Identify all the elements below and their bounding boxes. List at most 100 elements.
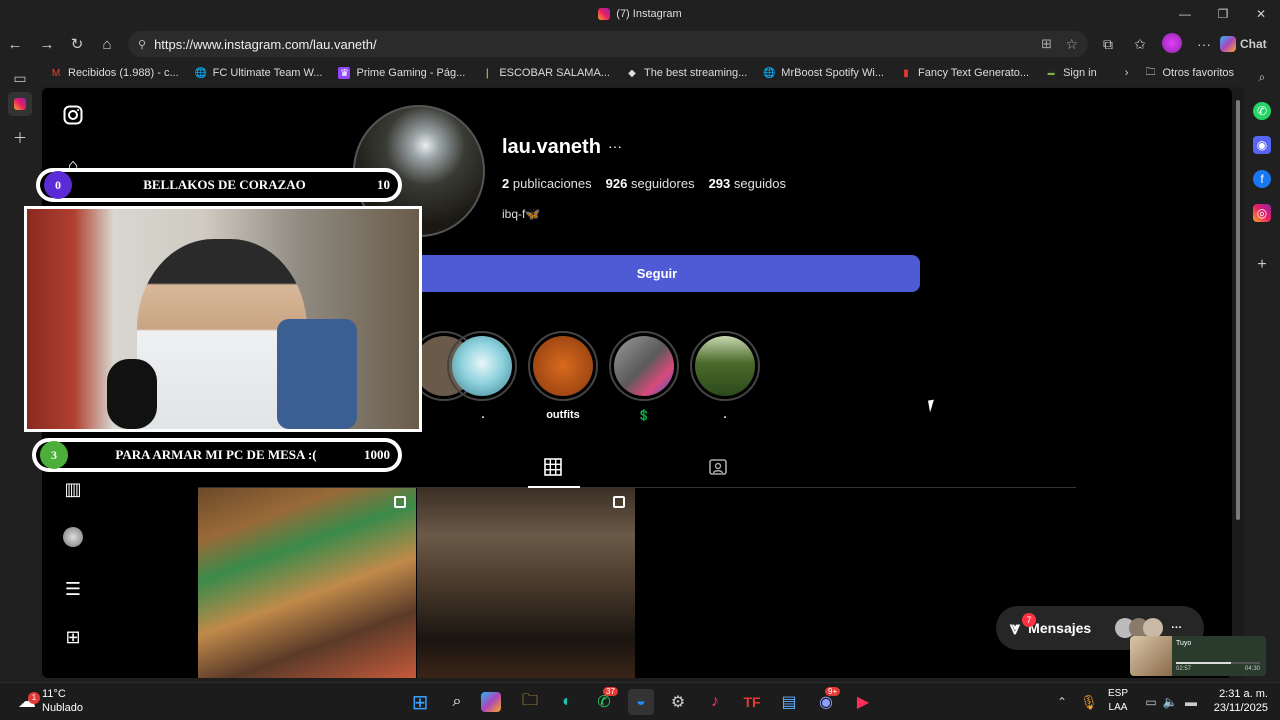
- bookmark-prime[interactable]: ♛ Prime Gaming - Pág...: [330, 67, 473, 79]
- highlight-label: .: [723, 409, 727, 421]
- microphone: [107, 359, 157, 429]
- lang-bottom: LAA: [1108, 702, 1128, 713]
- story-highlight[interactable]: [609, 331, 679, 401]
- menu-icon[interactable]: ☰: [62, 578, 84, 600]
- new-tab-icon[interactable]: ＋: [8, 126, 32, 150]
- discord-icon[interactable]: ◉: [1253, 136, 1271, 154]
- address-bar[interactable]: ⚲ https://www.instagram.com/lau.vaneth/ …: [128, 31, 1088, 57]
- whatsapp-icon[interactable]: ✆: [1253, 102, 1271, 120]
- post-thumbnail[interactable]: [198, 488, 416, 678]
- minimize-icon[interactable]: —: [1166, 0, 1204, 28]
- globe-icon: 🌐: [194, 67, 207, 79]
- favorites-icon[interactable]: ✩: [1124, 36, 1156, 53]
- progress-fill: [1176, 662, 1231, 664]
- story-highlight[interactable]: [690, 331, 760, 401]
- dashboard-icon[interactable]: ▥: [62, 478, 84, 500]
- search-icon[interactable]: ⌕: [1253, 68, 1271, 86]
- restore-icon[interactable]: ❐: [1204, 0, 1242, 28]
- tab-instagram[interactable]: [8, 92, 32, 116]
- follow-button[interactable]: Seguir: [394, 255, 920, 292]
- microphone-icon[interactable]: 🎙: [1076, 689, 1102, 715]
- story-highlight[interactable]: [447, 331, 517, 401]
- bookmark-label: Fancy Text Generato...: [918, 67, 1030, 79]
- avatar: [1143, 618, 1164, 638]
- following-stat[interactable]: 293 seguidos: [709, 176, 786, 191]
- followers-count: 926: [605, 176, 628, 191]
- goal-target: 10: [376, 177, 390, 192]
- more-icon[interactable]: ···: [1171, 622, 1182, 634]
- refresh-icon[interactable]: ↻: [62, 30, 92, 58]
- bookmark-mrboost[interactable]: 🌐 MrBoost Spotify Wi...: [755, 67, 892, 79]
- media-player-icon[interactable]: ▶: [850, 689, 876, 715]
- bookmark-fancytext[interactable]: ▮ Fancy Text Generato...: [892, 67, 1037, 79]
- copilot-icon[interactable]: [481, 692, 501, 712]
- bookmark-escobar[interactable]: ❘ ESCOBAR SALAMA...: [473, 67, 618, 79]
- notepad-icon[interactable]: ▤: [776, 689, 802, 715]
- profile-avatar[interactable]: [62, 526, 84, 548]
- tagged-icon[interactable]: [709, 458, 727, 481]
- instagram-logo-icon[interactable]: [62, 104, 84, 126]
- toolbar-icons: ⧉ ✩ ··· Chat: [1092, 28, 1280, 60]
- tf-icon[interactable]: TF: [739, 689, 765, 715]
- close-icon[interactable]: ✕: [1242, 0, 1280, 28]
- site-info-icon[interactable]: ⚲: [138, 38, 146, 51]
- weather-text: Nublado: [42, 702, 83, 714]
- bookmarks-bar: M Recibidos (1.988) - c... 🌐 FC Ultimate T…: [0, 60, 1280, 86]
- goal-bar-bottom: 3 PARA ARMAR MI PC DE MESA :( 1000: [32, 438, 402, 472]
- folder-icon: 🗀: [1145, 66, 1156, 78]
- language-indicator[interactable]: ESP LAA: [1108, 687, 1128, 715]
- tiktok-icon[interactable]: ♪: [702, 689, 728, 715]
- whatsapp-icon[interactable]: ✆ 37: [591, 687, 618, 715]
- battery-icon[interactable]: ▬: [1178, 689, 1204, 715]
- app-available-icon[interactable]: ⊞: [1041, 36, 1052, 52]
- bookmark-label: Recibidos (1.988) - c...: [68, 67, 179, 79]
- facebook-icon[interactable]: f: [1253, 170, 1271, 188]
- highlight-label: 💲: [637, 410, 651, 422]
- favorite-star-icon[interactable]: ☆: [1065, 36, 1078, 53]
- bookmark-fc[interactable]: 🌐 FC Ultimate Team W...: [187, 67, 331, 79]
- back-icon[interactable]: ←: [0, 30, 30, 58]
- followers-stat[interactable]: 926 seguidores: [606, 176, 695, 191]
- time-start: 02:57: [1176, 666, 1192, 672]
- mini-media-player[interactable]: Tuyo 02:57 04:30: [1130, 636, 1266, 676]
- cloud-icon: ☁ 1: [18, 692, 40, 710]
- clock[interactable]: 2:31 a. m. 23/11/2025: [1214, 687, 1268, 715]
- bookmark-label: ESCOBAR SALAMA...: [499, 67, 610, 79]
- add-sidebar-icon[interactable]: +: [1253, 256, 1271, 274]
- scrollbar-thumb[interactable]: [1236, 100, 1240, 520]
- edge-icon[interactable]: ◐: [554, 689, 580, 715]
- tray-chevron-icon[interactable]: ⌃: [1049, 689, 1075, 715]
- bookmark-streaming[interactable]: ◆ The best streaming...: [618, 67, 755, 79]
- weather-widget[interactable]: ☁ 1 11°C Nublado: [18, 687, 83, 715]
- post-thumbnail[interactable]: [417, 488, 635, 678]
- copilot-chat-button[interactable]: Chat: [1220, 36, 1280, 52]
- window-controls: — ❐ ✕: [1166, 0, 1280, 28]
- extensions-icon[interactable]: ⧉: [1092, 36, 1124, 53]
- apps-icon[interactable]: ⊞: [62, 626, 84, 648]
- story-highlight[interactable]: [528, 331, 598, 401]
- forward-icon[interactable]: →: [32, 30, 62, 58]
- date: 23/11/2025: [1213, 702, 1268, 714]
- followers-label: seguidores: [630, 176, 695, 191]
- bookmarks-overflow-icon[interactable]: ›: [1117, 67, 1137, 79]
- diamond-icon: ◆: [628, 67, 636, 79]
- settings-icon[interactable]: ⚙: [665, 689, 691, 715]
- more-options-icon[interactable]: ···: [608, 138, 622, 154]
- posts-grid-icon[interactable]: [544, 458, 562, 481]
- goal-bar-bottom-inner: 3 PARA ARMAR MI PC DE MESA :( 1000: [36, 441, 398, 469]
- instagram-icon[interactable]: ◎: [1253, 204, 1271, 222]
- profile-button[interactable]: [1156, 32, 1188, 56]
- home-icon[interactable]: ⌂: [92, 30, 122, 58]
- page-scrollbar[interactable]: [1232, 88, 1244, 678]
- search-icon[interactable]: ⌕: [444, 689, 470, 715]
- discord-icon[interactable]: ◉ 9+: [813, 687, 841, 715]
- bookmark-signin[interactable]: ▬ Sign in: [1037, 67, 1105, 79]
- progress-track[interactable]: [1176, 662, 1260, 664]
- browser-icon[interactable]: ◒: [628, 689, 654, 715]
- bookmark-label: The best streaming...: [643, 67, 748, 79]
- file-explorer-icon[interactable]: 🗀: [517, 689, 543, 715]
- menu-dots-icon[interactable]: ···: [1188, 36, 1220, 52]
- tab-actions-icon[interactable]: ▭: [8, 66, 32, 90]
- gmail-icon: M: [51, 67, 61, 79]
- windows-start-icon[interactable]: ⊞: [407, 689, 433, 715]
